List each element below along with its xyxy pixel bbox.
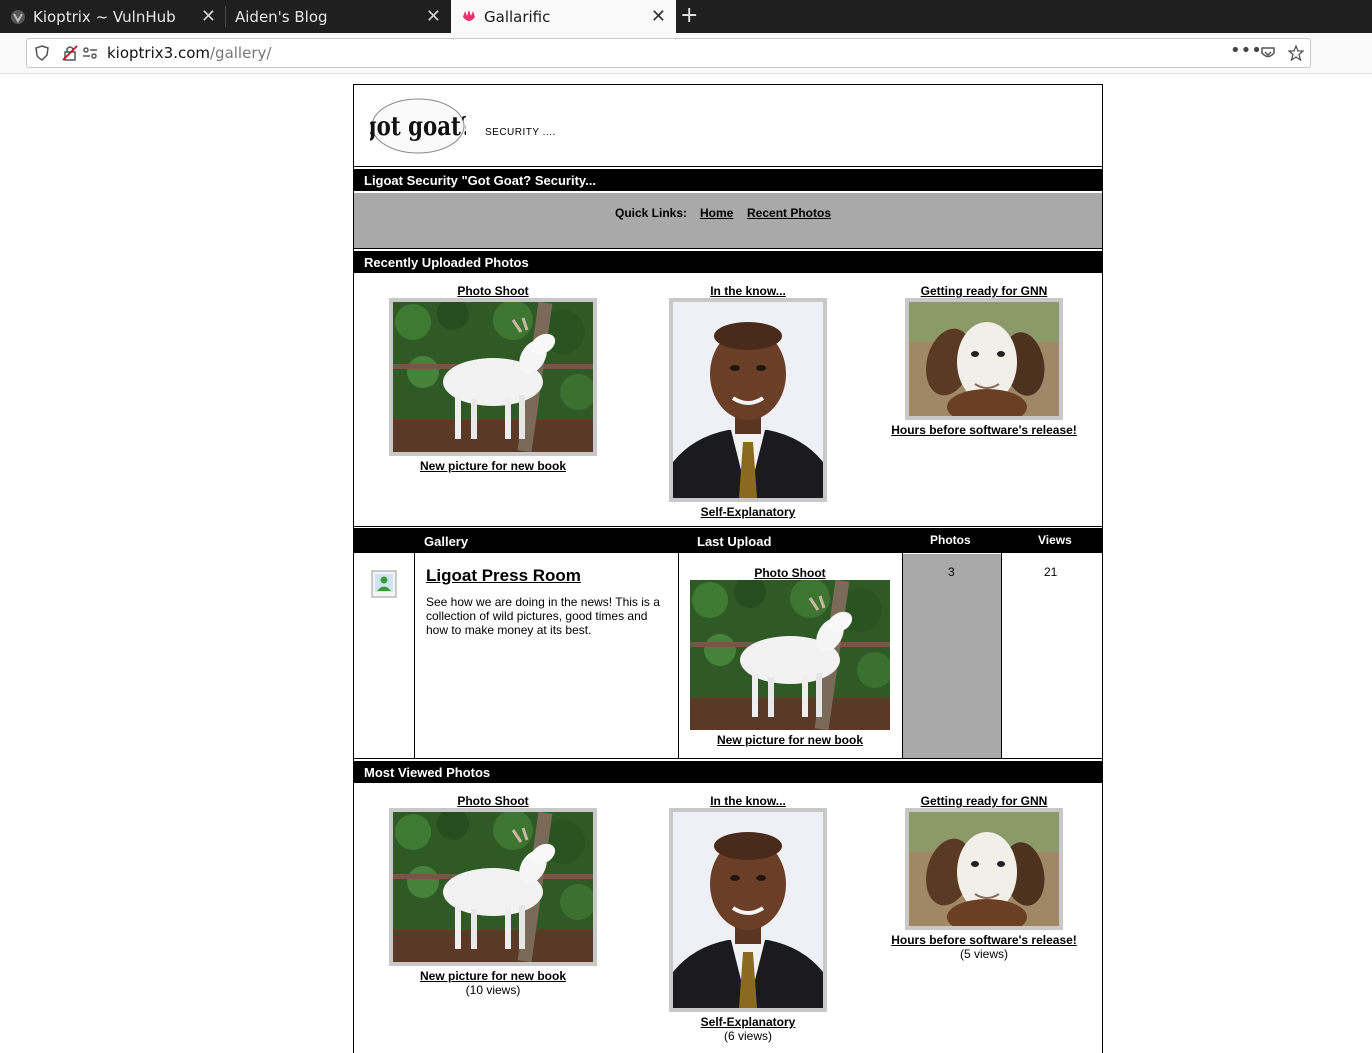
url-bar[interactable]: kioptrix3.com/gallery/ •••	[26, 38, 1311, 68]
new-tab-button[interactable]: +	[680, 3, 698, 28]
goat-face-photo	[909, 812, 1059, 926]
photo-thumbnail[interactable]	[669, 298, 827, 502]
site-slogan: SECURITY ....	[485, 127, 556, 138]
view-count: 21	[1044, 565, 1058, 579]
page-actions-icon[interactable]: •••	[1230, 40, 1262, 61]
section-heading: Most Viewed Photos	[364, 765, 491, 780]
recent-photo-2: In the know... Self-Explanatory	[648, 284, 848, 519]
tab-kioptrix-vulnhub[interactable]: Kioptrix ~ VulnHub ✕	[0, 0, 226, 33]
view-count: (10 views)	[465, 983, 521, 997]
photo-title-link[interactable]: Getting ready for GNN	[884, 794, 1084, 808]
view-count: (5 views)	[959, 947, 1008, 961]
white-goat-photo	[393, 302, 593, 452]
recent-photo-1: Photo Shoot New picture for new book	[384, 284, 602, 473]
photos-column-header: Photos	[930, 533, 971, 547]
photo-caption-link[interactable]: Hours before software's release!	[884, 423, 1084, 437]
photo-caption-link[interactable]: Hours before software's release!	[884, 933, 1084, 947]
divider	[354, 758, 1102, 759]
gallery-title-link[interactable]: Ligoat Press Room	[426, 566, 581, 586]
got-goat-logo[interactable]: got goat?	[370, 97, 466, 155]
logo-text: got goat?	[370, 111, 466, 142]
tab-label: Kioptrix ~ VulnHub	[33, 8, 176, 26]
site-title-bar: Ligoat Security "Got Goat? Security...	[354, 169, 1102, 191]
permissions-icon[interactable]	[82, 45, 98, 61]
last-upload-column-header: Last Upload	[697, 534, 772, 549]
gallery-column-header: Gallery	[424, 534, 469, 549]
insecure-lock-icon[interactable]	[62, 45, 78, 61]
photo-thumbnail[interactable]	[669, 808, 827, 1012]
photo-thumbnail[interactable]	[905, 298, 1063, 420]
gallery-page: got goat? SECURITY .... Ligoat Security …	[353, 84, 1103, 1053]
photo-caption-link[interactable]: Self-Explanatory	[648, 1015, 848, 1029]
photo-thumbnail[interactable]	[389, 808, 597, 966]
shield-icon[interactable]	[34, 45, 50, 61]
most-viewed-photo-3: Getting ready for GNN Hours before softw…	[884, 794, 1084, 961]
tab-label: Gallarific	[484, 8, 551, 26]
white-goat-photo	[393, 812, 593, 962]
most-viewed-photo-1: Photo Shoot New picture for new book (10…	[384, 794, 602, 997]
divider	[1001, 553, 1002, 758]
goat-face-photo	[909, 302, 1059, 416]
divider	[678, 553, 679, 758]
views-column-header: Views	[1038, 533, 1072, 547]
photo-title-link[interactable]: In the know...	[648, 284, 848, 298]
photo-caption-link[interactable]: New picture for new book	[384, 459, 602, 473]
gallarific-icon	[463, 10, 475, 21]
photo-caption-link[interactable]: Self-Explanatory	[648, 505, 848, 519]
url-path: /gallery/	[210, 44, 272, 62]
divider	[902, 553, 903, 758]
browser-nav-bar: kioptrix3.com/gallery/ •••	[0, 33, 1372, 74]
gallery-description: See how we are doing in the news! This i…	[426, 595, 660, 637]
photo-caption-link[interactable]: New picture for new book	[384, 969, 602, 983]
pocket-icon[interactable]	[1260, 45, 1276, 61]
photo-count: 3	[948, 565, 955, 579]
site-title: Ligoat Security "Got Goat? Security...	[364, 173, 597, 188]
tab-aidens-blog[interactable]: Aiden's Blog ✕	[226, 0, 451, 33]
recently-uploaded-header: Recently Uploaded Photos	[354, 251, 1102, 273]
divider	[414, 553, 415, 758]
recent-photos-link[interactable]: Recent Photos	[747, 206, 831, 220]
url-host: kioptrix3.com	[107, 44, 210, 62]
quick-links-label: Quick Links:	[615, 206, 688, 220]
most-viewed-header: Most Viewed Photos	[354, 761, 1102, 783]
bookmark-star-icon[interactable]	[1288, 45, 1304, 61]
quick-links-bar: Quick Links: Home Recent Photos	[354, 193, 1102, 249]
man-portrait-photo	[673, 302, 823, 498]
close-tab-icon[interactable]: ✕	[426, 6, 441, 27]
photo-title-link[interactable]: Photo Shoot	[384, 794, 602, 808]
vulnhub-icon	[11, 10, 25, 24]
photo-thumbnail[interactable]	[905, 808, 1063, 930]
close-tab-icon[interactable]: ✕	[651, 6, 666, 27]
tab-gallarific[interactable]: Gallarific ✕	[451, 0, 676, 33]
photo-title-link[interactable]: Getting ready for GNN	[884, 284, 1084, 298]
most-viewed-photo-2: In the know... Self-Explanatory (6 views…	[648, 794, 848, 1043]
tab-label: Aiden's Blog	[235, 8, 328, 26]
divider	[354, 526, 1102, 527]
browser-tab-bar: Kioptrix ~ VulnHub ✕ Aiden's Blog ✕ Gall…	[0, 0, 1372, 33]
section-heading: Recently Uploaded Photos	[364, 255, 529, 270]
home-link[interactable]: Home	[700, 206, 733, 220]
view-count: (6 views)	[723, 1029, 772, 1043]
photo-thumbnail[interactable]	[389, 298, 597, 456]
divider	[354, 166, 1102, 167]
recent-photo-3: Getting ready for GNN Hours before softw…	[884, 284, 1084, 437]
gallery-icon[interactable]	[371, 570, 397, 598]
man-portrait-photo	[673, 812, 823, 1008]
gallery-table-header: Gallery Last Upload Photos Views	[354, 528, 1102, 553]
photos-count-cell	[902, 554, 1001, 758]
url-text[interactable]: kioptrix3.com/gallery/	[107, 44, 271, 62]
photo-title-link[interactable]: In the know...	[648, 794, 848, 808]
divider	[354, 248, 1102, 249]
white-goat-photo	[690, 580, 890, 730]
photo-thumbnail[interactable]	[690, 580, 890, 733]
photo-title-link[interactable]: Photo Shoot	[384, 284, 602, 298]
close-tab-icon[interactable]: ✕	[201, 6, 216, 27]
photo-title-link[interactable]: Photo Shoot	[680, 566, 900, 580]
last-upload-photo: Photo Shoot New picture for new book	[680, 566, 900, 747]
photo-caption-link[interactable]: New picture for new book	[680, 733, 900, 747]
